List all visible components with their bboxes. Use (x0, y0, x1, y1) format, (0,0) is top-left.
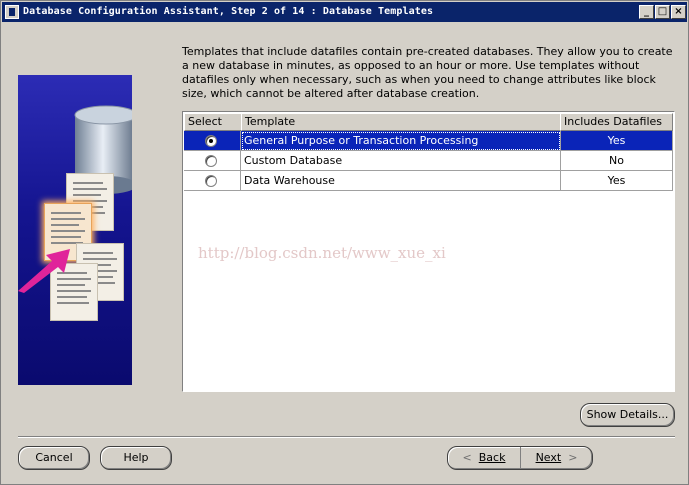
template-name: Custom Database (241, 151, 561, 171)
select-cell (184, 131, 241, 151)
chevron-right-icon: > (568, 451, 578, 464)
arrow-icon (18, 249, 70, 293)
maximize-button[interactable]: □ (655, 5, 670, 19)
app-icon (5, 5, 19, 19)
includes-datafiles-value: Yes (561, 171, 673, 191)
template-radio[interactable] (205, 155, 217, 167)
separator (18, 436, 675, 438)
chevron-left-icon: < (462, 451, 472, 464)
table-header: Select Template Includes Datafiles (184, 113, 673, 131)
includes-datafiles-value: No (561, 151, 673, 171)
wizard-illustration (18, 75, 132, 385)
table-row[interactable]: Custom Database No (184, 151, 673, 171)
select-cell (184, 151, 241, 171)
back-button[interactable]: < Back (448, 447, 521, 469)
next-button[interactable]: Next > (521, 447, 592, 469)
table-row[interactable]: Data Warehouse Yes (184, 171, 673, 191)
template-radio[interactable] (205, 135, 217, 147)
template-name: Data Warehouse (241, 171, 561, 191)
show-details-button[interactable]: Show Details... (580, 403, 675, 427)
table-row[interactable]: General Purpose or Transaction Processin… (184, 131, 673, 151)
cancel-button[interactable]: Cancel (18, 446, 90, 470)
close-button[interactable]: × (671, 5, 686, 19)
select-cell (184, 171, 241, 191)
next-label: Next (535, 451, 562, 464)
back-label: Back (478, 451, 506, 464)
window-title: Database Configuration Assistant, Step 2… (23, 6, 434, 17)
includes-datafiles-value: Yes (561, 131, 673, 151)
help-button[interactable]: Help (100, 446, 172, 470)
templates-description: Templates that include datafiles contain… (182, 45, 673, 100)
title-bar[interactable]: Database Configuration Assistant, Step 2… (2, 2, 687, 22)
minimize-button[interactable]: _ (639, 5, 654, 19)
dialog-window: Database Configuration Assistant, Step 2… (0, 0, 689, 485)
template-radio[interactable] (205, 175, 217, 187)
column-header-includes-datafiles[interactable]: Includes Datafiles (560, 113, 673, 131)
column-header-template[interactable]: Template (241, 113, 561, 131)
watermark-text: http://blog.csdn.net/www_xue_xi (198, 244, 446, 262)
column-header-select[interactable]: Select (184, 113, 242, 131)
navigation-buttons: < Back Next > (447, 446, 593, 470)
template-name: General Purpose or Transaction Processin… (241, 131, 561, 151)
